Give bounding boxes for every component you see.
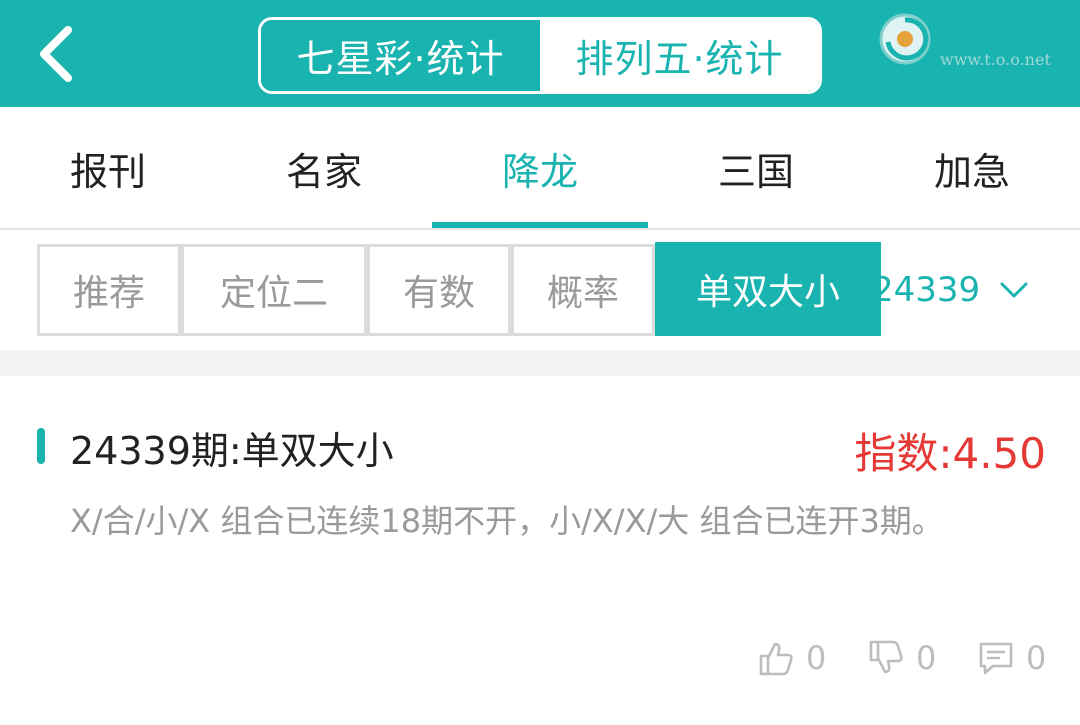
chip-tuijian[interactable]: 推荐 <box>37 244 181 336</box>
chip-gailv[interactable]: 概率 <box>511 244 655 336</box>
card-description: X/合/小/X 组合已连续18期不开，小/X/X/大 组合已连开3期。 <box>70 502 944 540</box>
chevron-down-icon[interactable] <box>998 276 1030 304</box>
logo-swirl-icon <box>879 13 931 65</box>
tab-sanguo[interactable]: 三国 <box>648 107 864 229</box>
segment-qixingcai-stats[interactable]: 七星彩·统计 <box>261 20 540 91</box>
like-button[interactable]: 0 <box>756 638 826 678</box>
logo-text: 特区彩票网 <box>938 22 1069 52</box>
logo-url: www.t.o.o.net <box>940 50 1051 69</box>
chip-youshu[interactable]: 有数 <box>367 244 511 336</box>
filter-row: 推荐 定位二 有数 概率 24339 单双大小 <box>0 230 1080 350</box>
card-actions: 0 0 0 <box>0 638 1080 686</box>
section-gap <box>0 350 1080 376</box>
dislike-count: 0 <box>916 639 937 677</box>
tab-mingjia[interactable]: 名家 <box>216 107 432 229</box>
thumbs-down-icon <box>869 640 903 674</box>
title-accent-bar <box>37 428 45 464</box>
lottery-segment-control: 七星彩·统计 排列五·统计 <box>258 17 822 94</box>
tab-jiaji[interactable]: 加急 <box>864 107 1080 229</box>
back-arrow-icon[interactable] <box>28 22 92 86</box>
comment-button[interactable]: 0 <box>976 638 1046 678</box>
segment-pailiewu-stats[interactable]: 排列五·统计 <box>540 20 819 91</box>
site-logo: 特区彩票网 www.t.o.o.net <box>878 10 1078 72</box>
tab-baokan[interactable]: 报刊 <box>0 107 216 229</box>
prediction-card[interactable]: 24339期:单双大小 指数:4.50 X/合/小/X 组合已连续18期不开，小… <box>0 376 1080 725</box>
dislike-button[interactable]: 0 <box>866 638 936 678</box>
category-tabs: 报刊 名家 降龙 三国 加急 <box>0 107 1080 229</box>
app-header: 七星彩·统计 排列五·统计 特区彩票网 www.t.o.o.net <box>0 0 1080 107</box>
thumbs-up-icon <box>759 642 793 676</box>
tab-xianglong[interactable]: 降龙 <box>432 107 648 229</box>
chip-danshuang-daxiao[interactable]: 单双大小 <box>655 242 881 336</box>
comment-count: 0 <box>1026 639 1047 677</box>
like-count: 0 <box>806 639 827 677</box>
period-selector-value[interactable]: 24339 <box>872 270 980 310</box>
card-index: 指数:4.50 <box>854 429 1046 478</box>
chip-dingwei-er[interactable]: 定位二 <box>181 244 367 336</box>
card-title: 24339期:单双大小 <box>70 429 394 473</box>
comment-icon <box>979 642 1013 675</box>
